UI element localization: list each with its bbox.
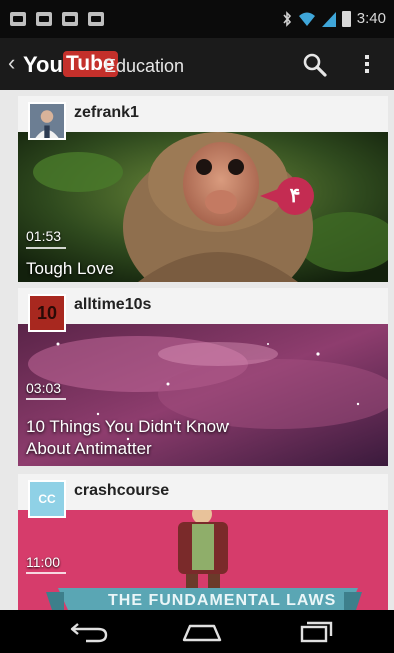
channel-avatar[interactable]: CC	[28, 480, 66, 518]
gamepad-notification-icon	[88, 12, 104, 26]
video-title-line-1[interactable]: 10 Things You Didn't Know	[26, 416, 286, 437]
video-duration: 11:00	[26, 554, 60, 570]
clock: 3:40	[356, 10, 386, 27]
video-card[interactable]: 10 alltime10s 03:03 10 Things You Didn't…	[18, 288, 388, 466]
video-feed[interactable]: zefrank1 ۴ 01:53 Tough Love 10 alltime10…	[0, 90, 394, 610]
progress-indicator	[26, 572, 66, 574]
video-card[interactable]: CC crashcourse 11:00 THE FUNDAMENTAL LAW…	[18, 474, 388, 610]
action-bar: ‹ You Tube Education	[0, 38, 394, 90]
count-badge: ۴	[260, 177, 314, 215]
channel-avatar[interactable]	[28, 102, 66, 140]
system-icons: 3:40	[282, 10, 386, 27]
recent-apps-icon[interactable]	[276, 610, 356, 653]
battery-icon	[341, 10, 351, 27]
video-title-line-2[interactable]: About Antimatter	[26, 438, 286, 459]
progress-indicator	[26, 398, 66, 400]
channel-avatar[interactable]: 10	[28, 294, 66, 332]
channel-name[interactable]: crashcourse	[74, 482, 169, 500]
status-bar: 3:40	[0, 0, 394, 38]
chat-notification-icon	[10, 12, 26, 26]
card-header: 10 alltime10s	[18, 288, 388, 332]
search-icon[interactable]	[300, 50, 330, 80]
video-thumbnail[interactable]: 03:03 10 Things You Didn't Know About An…	[18, 324, 388, 466]
video-title[interactable]: Tough Love	[26, 258, 286, 279]
card-header: CC crashcourse	[18, 474, 388, 518]
video-duration: 01:53	[26, 228, 62, 244]
card-header: zefrank1	[18, 96, 388, 140]
home-icon[interactable]	[162, 610, 242, 653]
up-caret-icon[interactable]: ‹	[8, 52, 15, 74]
youtube-logo-you[interactable]: You	[23, 52, 63, 78]
notification-icons	[10, 12, 104, 26]
overflow-menu-icon[interactable]	[360, 52, 374, 78]
youtube-app-screen: 3:40 ‹ You Tube Education zefrank1 ۴ 01:…	[0, 0, 394, 653]
photo-notification-icon	[62, 12, 78, 26]
back-icon[interactable]	[50, 610, 130, 653]
episode-banner: THE FUNDAMENTAL LAWS	[108, 592, 337, 609]
channel-name[interactable]: alltime10s	[74, 296, 151, 314]
sim-notification-icon	[36, 12, 52, 26]
wifi-icon	[298, 12, 315, 26]
category-title[interactable]: Education	[104, 56, 184, 77]
video-thumbnail[interactable]: 11:00 THE FUNDAMENTAL LAWS	[18, 510, 388, 610]
system-nav-bar	[0, 610, 394, 653]
progress-indicator	[26, 247, 66, 249]
video-duration: 03:03	[26, 380, 62, 396]
signal-icon	[321, 11, 336, 27]
video-thumbnail[interactable]: ۴ 01:53 Tough Love	[18, 132, 388, 282]
bluetooth-icon	[283, 10, 291, 27]
channel-name[interactable]: zefrank1	[74, 104, 139, 122]
video-card[interactable]: zefrank1 ۴ 01:53 Tough Love	[18, 96, 388, 282]
